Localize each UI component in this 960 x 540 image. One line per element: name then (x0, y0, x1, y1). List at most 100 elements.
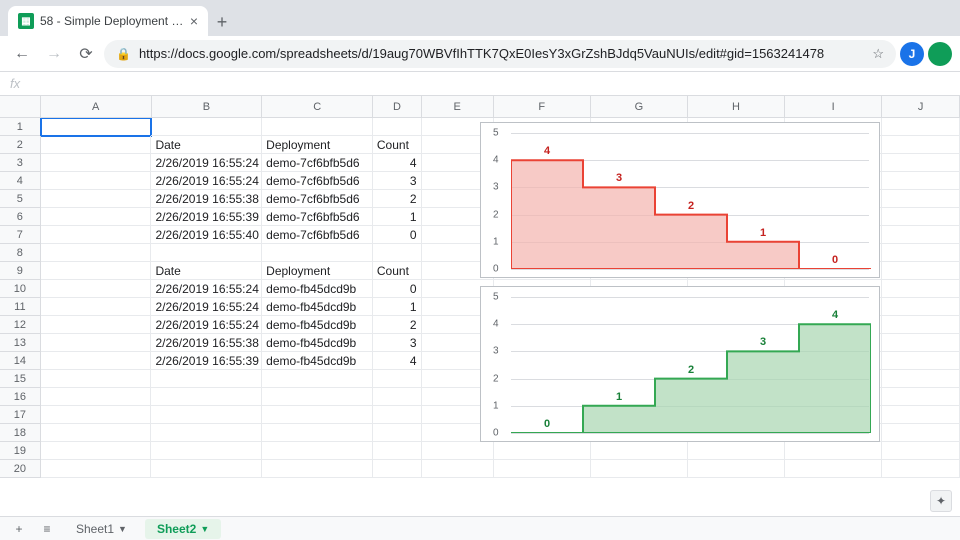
row-header-2[interactable]: 2 (0, 136, 41, 154)
cell-J14[interactable] (882, 352, 960, 370)
cell-A3[interactable] (41, 154, 152, 172)
cell-D14[interactable]: 4 (373, 352, 422, 370)
row-header-9[interactable]: 9 (0, 262, 41, 280)
profile-avatar[interactable]: J (900, 42, 924, 66)
cell-J6[interactable] (882, 208, 960, 226)
cell-A13[interactable] (41, 334, 152, 352)
cell-J12[interactable] (882, 316, 960, 334)
browser-tab[interactable]: ▦ 58 - Simple Deployment Pipeli × (8, 6, 208, 36)
cell-D9[interactable]: Count (373, 262, 422, 280)
column-header-J[interactable]: J (882, 96, 960, 117)
forward-button[interactable]: → (40, 40, 68, 68)
cell-C10[interactable]: demo-fb45dcd9b (262, 280, 373, 298)
cell-C15[interactable] (262, 370, 373, 388)
cell-D7[interactable]: 0 (373, 226, 422, 244)
column-header-C[interactable]: C (262, 96, 373, 117)
cell-C13[interactable]: demo-fb45dcd9b (262, 334, 373, 352)
cell-F19[interactable] (494, 442, 591, 460)
row-header-10[interactable]: 10 (0, 280, 41, 298)
cell-A10[interactable] (41, 280, 152, 298)
row-header-3[interactable]: 3 (0, 154, 41, 172)
cell-A20[interactable] (41, 460, 152, 478)
cell-C7[interactable]: demo-7cf6bfb5d6 (262, 226, 373, 244)
column-header-E[interactable]: E (422, 96, 494, 117)
cell-G20[interactable] (591, 460, 688, 478)
cell-D5[interactable]: 2 (373, 190, 422, 208)
cell-C16[interactable] (262, 388, 373, 406)
cell-D1[interactable] (373, 118, 422, 136)
cell-B15[interactable] (151, 370, 262, 388)
cell-C14[interactable]: demo-fb45dcd9b (262, 352, 373, 370)
cell-D20[interactable] (373, 460, 422, 478)
new-tab-button[interactable]: + (208, 8, 236, 36)
cell-J2[interactable] (882, 136, 960, 154)
cell-A14[interactable] (41, 352, 152, 370)
sheet-tab-1[interactable]: Sheet1 ▼ (64, 519, 139, 539)
cell-C20[interactable] (262, 460, 373, 478)
spreadsheet-grid[interactable]: 12DateDeploymentCount32/26/2019 16:55:24… (0, 118, 960, 516)
cell-D19[interactable] (373, 442, 422, 460)
cell-J17[interactable] (882, 406, 960, 424)
row-header-1[interactable]: 1 (0, 118, 41, 136)
cell-D15[interactable] (373, 370, 422, 388)
cell-B14[interactable]: 2/26/2019 16:55:39 (151, 352, 262, 370)
row-header-14[interactable]: 14 (0, 352, 41, 370)
cell-J9[interactable] (882, 262, 960, 280)
cell-B19[interactable] (151, 442, 262, 460)
cell-A12[interactable] (41, 316, 152, 334)
row-header-13[interactable]: 13 (0, 334, 41, 352)
column-header-H[interactable]: H (688, 96, 785, 117)
cell-A1[interactable] (41, 118, 152, 136)
cell-D13[interactable]: 3 (373, 334, 422, 352)
cell-B4[interactable]: 2/26/2019 16:55:24 (151, 172, 262, 190)
cell-C18[interactable] (262, 424, 373, 442)
cell-B5[interactable]: 2/26/2019 16:55:38 (151, 190, 262, 208)
cell-B8[interactable] (151, 244, 262, 262)
cell-C1[interactable] (262, 118, 373, 136)
extension-icon[interactable] (928, 42, 952, 66)
cell-J15[interactable] (882, 370, 960, 388)
cell-A17[interactable] (41, 406, 152, 424)
cell-B6[interactable]: 2/26/2019 16:55:39 (151, 208, 262, 226)
column-header-G[interactable]: G (591, 96, 688, 117)
row-header-7[interactable]: 7 (0, 226, 41, 244)
add-sheet-button[interactable]: + (8, 518, 30, 540)
cell-J1[interactable] (882, 118, 960, 136)
cell-J3[interactable] (882, 154, 960, 172)
cell-C11[interactable]: demo-fb45dcd9b (262, 298, 373, 316)
cell-J8[interactable] (882, 244, 960, 262)
close-tab-icon[interactable]: × (190, 13, 198, 29)
chart[interactable]: 01234501234 (480, 286, 880, 442)
cell-B16[interactable] (151, 388, 262, 406)
cell-B7[interactable]: 2/26/2019 16:55:40 (151, 226, 262, 244)
reload-button[interactable]: ⟳ (72, 40, 100, 68)
cell-C17[interactable] (262, 406, 373, 424)
cell-B18[interactable] (151, 424, 262, 442)
cell-J19[interactable] (882, 442, 960, 460)
cell-J5[interactable] (882, 190, 960, 208)
column-header-F[interactable]: F (494, 96, 591, 117)
cell-J10[interactable] (882, 280, 960, 298)
cell-B20[interactable] (151, 460, 262, 478)
cell-H19[interactable] (688, 442, 785, 460)
cell-C8[interactable] (262, 244, 373, 262)
cell-D4[interactable]: 3 (373, 172, 422, 190)
cell-A16[interactable] (41, 388, 152, 406)
chart[interactable]: 01234543210 (480, 122, 880, 278)
cell-A7[interactable] (41, 226, 152, 244)
cell-J18[interactable] (882, 424, 960, 442)
cell-B1[interactable] (151, 118, 262, 136)
column-header-D[interactable]: D (373, 96, 422, 117)
column-header-B[interactable]: B (152, 96, 263, 117)
cell-B12[interactable]: 2/26/2019 16:55:24 (151, 316, 262, 334)
cell-B13[interactable]: 2/26/2019 16:55:38 (151, 334, 262, 352)
cell-D11[interactable]: 1 (373, 298, 422, 316)
cell-J4[interactable] (882, 172, 960, 190)
cell-D8[interactable] (373, 244, 422, 262)
cell-D18[interactable] (373, 424, 422, 442)
cell-A9[interactable] (41, 262, 152, 280)
cell-G19[interactable] (591, 442, 688, 460)
row-header-12[interactable]: 12 (0, 316, 41, 334)
explore-button[interactable]: ✦ (930, 490, 952, 512)
cell-B10[interactable]: 2/26/2019 16:55:24 (151, 280, 262, 298)
